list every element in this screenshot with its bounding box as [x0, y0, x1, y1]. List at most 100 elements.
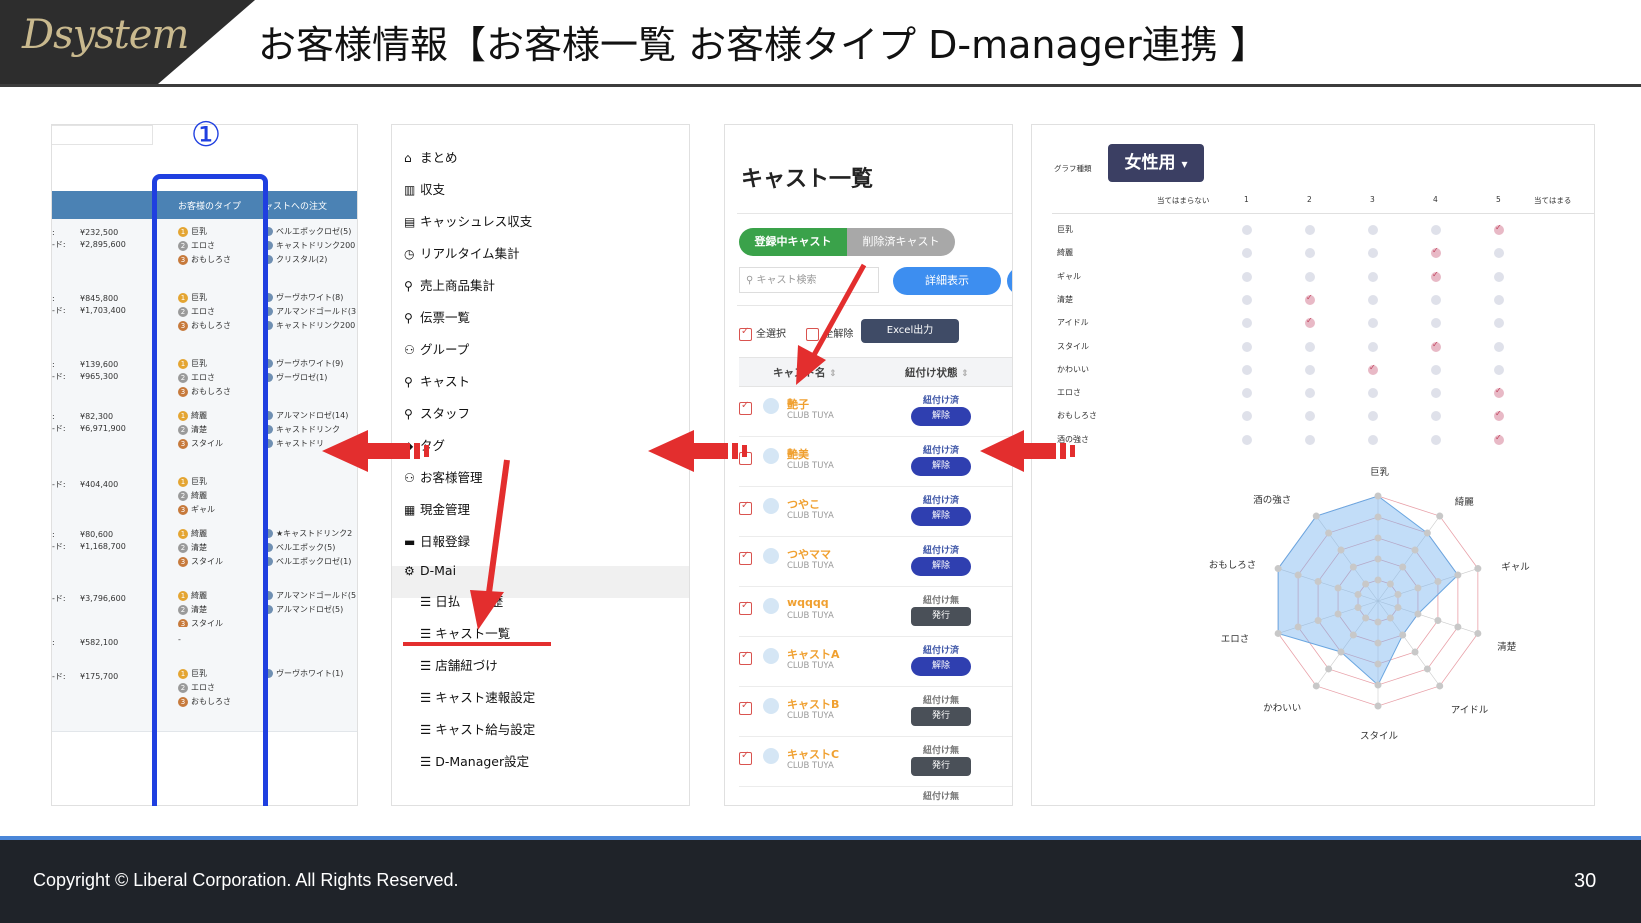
cast-row[interactable]: キャストBCLUB TUYA 紐付け無発行 — [739, 686, 1012, 737]
rating-radio[interactable] — [1305, 225, 1315, 235]
rating-radio[interactable] — [1431, 294, 1441, 305]
tab-registered[interactable]: 登録中キャスト — [739, 228, 847, 256]
rating-radio[interactable] — [1305, 341, 1315, 352]
unlink-button[interactable]: 解除 — [911, 457, 971, 476]
rating-radio[interactable] — [1242, 388, 1252, 399]
rating-radio[interactable] — [1242, 341, 1252, 352]
cast-row[interactable]: つやママCLUB TUYA 紐付け済解除 — [739, 536, 1012, 587]
sidebar-item[interactable]: ⚙ D-Mai — [404, 563, 456, 578]
rating-radio[interactable] — [1494, 409, 1504, 422]
rating-radio[interactable] — [1431, 270, 1441, 282]
sidebar-item[interactable]: ▬ 日報登録 — [404, 531, 470, 550]
rating-radio[interactable] — [1368, 388, 1378, 399]
issue-button[interactable]: 発行 — [911, 607, 971, 626]
rating-radio[interactable] — [1431, 364, 1441, 375]
row-checkbox[interactable] — [739, 700, 752, 715]
sidebar-item[interactable]: ⌂ まとめ — [404, 147, 458, 166]
excel-export-button[interactable]: Excel出力 — [861, 319, 959, 343]
unlink-button[interactable]: 解除 — [911, 407, 971, 426]
row-checkbox[interactable] — [739, 750, 752, 765]
sidebar-item[interactable]: ◷ リアルタイム集計 — [404, 243, 520, 262]
rating-radio[interactable] — [1242, 318, 1252, 329]
rating-radio[interactable] — [1368, 248, 1378, 259]
row-checkbox[interactable] — [739, 550, 752, 565]
unlink-button[interactable]: 解除 — [911, 507, 971, 526]
rating-radio[interactable] — [1242, 434, 1252, 445]
rating-radio[interactable] — [1431, 388, 1441, 399]
sidebar-item[interactable]: ⚇ グループ — [404, 339, 469, 358]
cast-row[interactable]: 艶子CLUB TUYA 紐付け済解除 — [739, 386, 1012, 437]
rating-radio[interactable] — [1305, 388, 1315, 399]
rating-radio[interactable] — [1305, 271, 1315, 282]
rating-radio[interactable] — [1431, 246, 1441, 259]
rating-radio[interactable] — [1242, 271, 1252, 282]
col-link-status[interactable]: 紐付け状態 ⇕ — [905, 365, 969, 380]
tab-deleted[interactable]: 削除済キャスト — [847, 228, 955, 256]
submenu-item[interactable]: ☰ キャスト速報設定 — [420, 687, 535, 706]
sidebar-item[interactable]: ▦ 現金管理 — [404, 499, 470, 518]
sidebar-item[interactable]: ▥ 収支 — [404, 179, 445, 198]
rating-radio[interactable] — [1242, 364, 1252, 375]
sidebar-item[interactable]: ⚲ 伝票一覧 — [404, 307, 470, 326]
rating-radio[interactable] — [1305, 316, 1315, 329]
row-checkbox[interactable] — [739, 600, 752, 615]
rating-radio[interactable] — [1305, 293, 1315, 305]
rating-radio[interactable] — [1431, 411, 1441, 422]
rating-radio[interactable] — [1368, 363, 1378, 375]
unlink-button[interactable]: 解除 — [911, 657, 971, 676]
row-checkbox[interactable] — [739, 400, 752, 415]
select-all-checkbox[interactable] — [739, 326, 752, 341]
cast-row[interactable]: つやこCLUB TUYA 紐付け済解除 — [739, 486, 1012, 537]
submenu-item[interactable]: ☰ キャスト給与設定 — [420, 719, 535, 738]
rating-radio[interactable] — [1494, 248, 1504, 259]
cast-row[interactable]: キャストACLUB TUYA 紐付け済解除 — [739, 636, 1012, 687]
rating-radio[interactable] — [1494, 223, 1504, 235]
rating-radio[interactable] — [1368, 318, 1378, 329]
submenu-item[interactable]: ☰ 店舗紐づけ — [420, 655, 498, 674]
col-cast-name[interactable]: キャスト名 ⇕ — [773, 365, 837, 380]
unlink-button[interactable]: 解除 — [911, 557, 971, 576]
row-checkbox[interactable] — [739, 450, 752, 465]
rating-radio[interactable] — [1305, 248, 1315, 259]
sidebar-item[interactable]: ⚲ スタッフ — [404, 403, 470, 422]
rating-radio[interactable] — [1494, 364, 1504, 375]
sidebar-item[interactable]: ⚲ キャスト — [404, 371, 470, 390]
submenu-item[interactable]: ☰ D-Manager設定 — [420, 751, 529, 770]
rating-radio[interactable] — [1242, 248, 1252, 259]
row-checkbox[interactable] — [739, 650, 752, 665]
sidebar-item[interactable]: ⚇ お客様管理 — [404, 467, 483, 486]
graph-type-dropdown[interactable]: 女性用 ▾ — [1108, 144, 1204, 182]
rating-radio[interactable] — [1431, 318, 1441, 329]
rating-radio[interactable] — [1431, 340, 1441, 352]
rating-radio[interactable] — [1305, 411, 1315, 422]
deselect-checkbox[interactable] — [806, 327, 820, 341]
cast-row[interactable]: wqqqq CLUB TUYA 紐付け無発行 — [739, 586, 1012, 637]
rating-radio[interactable] — [1431, 225, 1441, 235]
detail-button[interactable]: 詳細表示 — [893, 267, 1001, 295]
row-checkbox[interactable] — [739, 500, 752, 515]
sidebar-item[interactable]: ⚲ 売上商品集計 — [404, 275, 495, 294]
rating-radio[interactable] — [1368, 271, 1378, 282]
rating-radio[interactable] — [1368, 294, 1378, 305]
rating-radio[interactable] — [1305, 434, 1315, 445]
rating-radio[interactable] — [1305, 364, 1315, 375]
issue-button[interactable]: 発行 — [911, 707, 971, 726]
sidebar-item[interactable]: ▤ キャッシュレス収支 — [404, 211, 532, 230]
rating-radio[interactable] — [1368, 411, 1378, 422]
submenu-item[interactable]: ☰ キャスト一覧 — [420, 623, 510, 642]
rating-radio[interactable] — [1494, 433, 1504, 445]
rating-radio[interactable] — [1368, 225, 1378, 235]
search-input[interactable]: ⚲ キャスト検索 — [739, 267, 879, 293]
rating-radio[interactable] — [1494, 386, 1504, 399]
submenu-item[interactable]: ☰ 日払 履歴 — [420, 591, 503, 610]
rating-radio[interactable] — [1242, 411, 1252, 422]
rating-radio[interactable] — [1242, 294, 1252, 305]
cast-row[interactable]: キャストCCLUB TUYA 紐付け無発行 — [739, 736, 1012, 787]
cast-row[interactable]: 艶美CLUB TUYA 紐付け済解除 — [739, 436, 1012, 487]
issue-button[interactable]: 発行 — [911, 757, 971, 776]
rating-radio[interactable] — [1368, 434, 1378, 445]
rating-radio[interactable] — [1242, 225, 1252, 235]
rating-radio[interactable] — [1494, 271, 1504, 282]
rating-radio[interactable] — [1431, 434, 1441, 445]
rating-radio[interactable] — [1494, 318, 1504, 329]
